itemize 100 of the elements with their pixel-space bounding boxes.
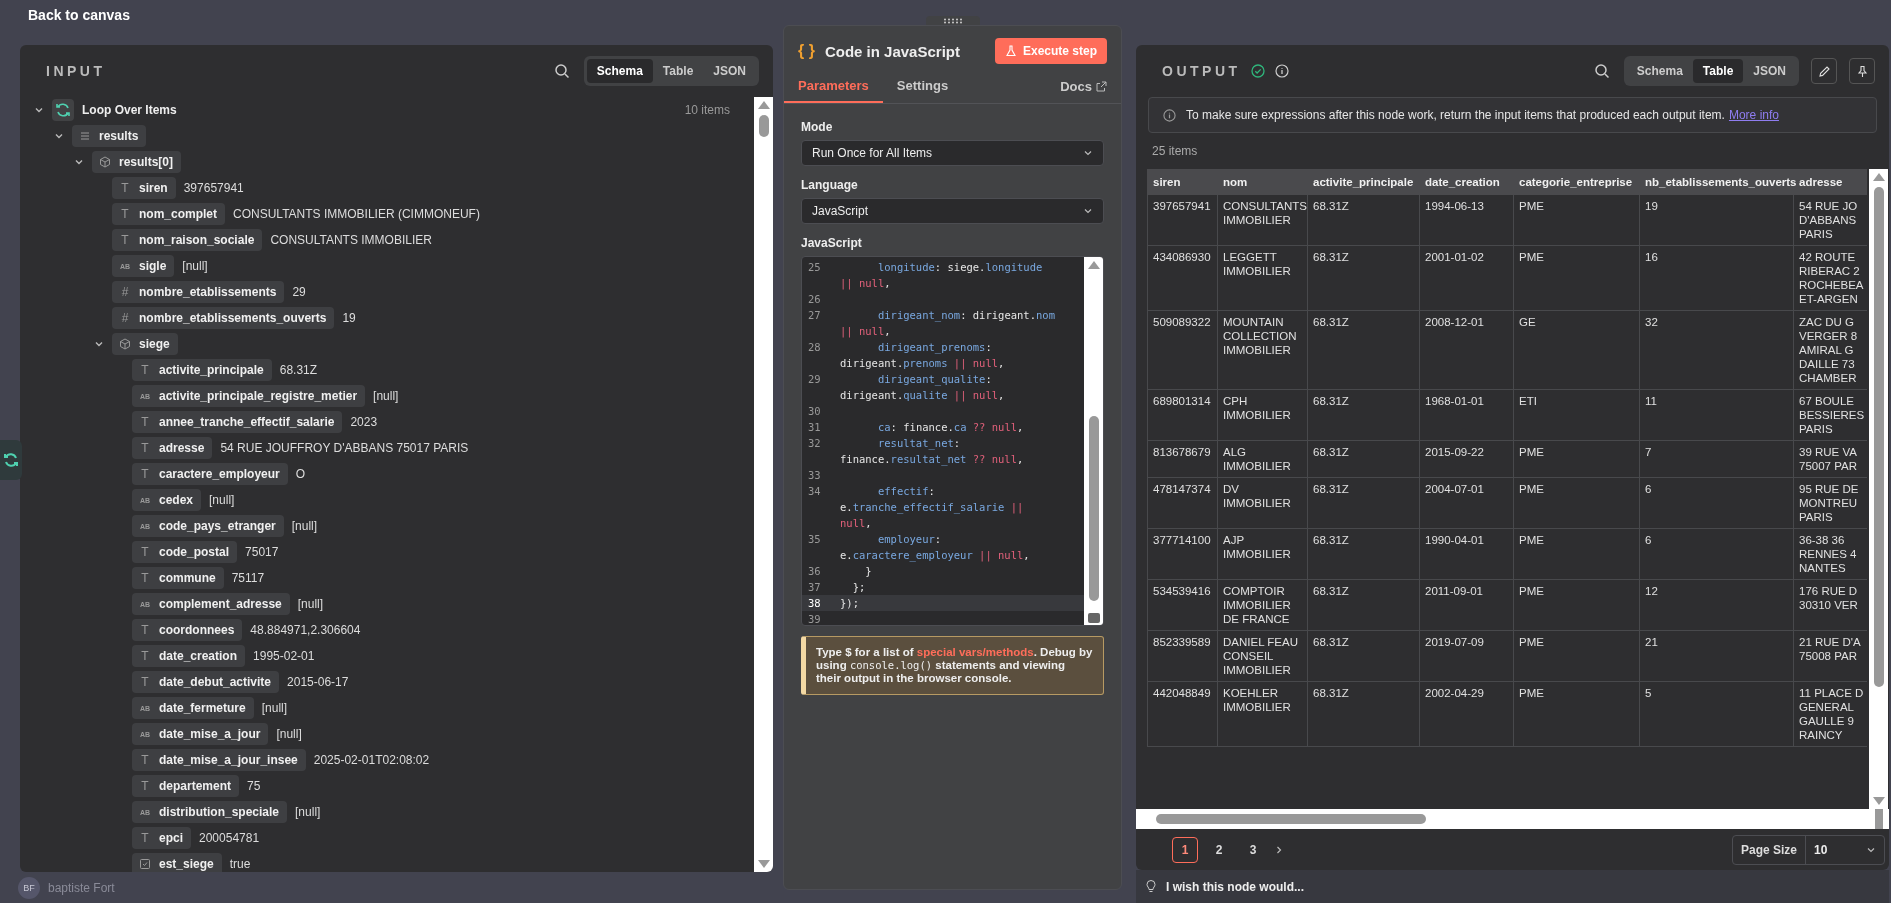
search-icon[interactable] [553, 63, 570, 79]
code-line: } [864, 564, 873, 579]
panel-tab[interactable]: Parameters [784, 70, 883, 103]
table-cell: 1990-04-01 [1419, 528, 1514, 580]
type-icon: T [139, 467, 151, 481]
table-cell: 68.31Z [1307, 477, 1420, 529]
view-tab[interactable]: Schema [586, 59, 653, 83]
field-key[interactable]: T caractere_employeur [132, 463, 288, 485]
code-editor[interactable] [801, 256, 1104, 626]
table-cell: 11 [1639, 389, 1794, 441]
page-button[interactable]: 2 [1206, 836, 1232, 863]
field-key[interactable]: siege [112, 333, 178, 355]
dropdown[interactable]: JavaScript [801, 198, 1104, 224]
chevron-icon[interactable] [94, 339, 104, 349]
column-header[interactable]: categorie_entreprise [1513, 169, 1640, 195]
table-cell: 32 [1639, 310, 1794, 390]
view-tab[interactable]: JSON [1743, 59, 1796, 83]
table-cell: 2019-07-09 [1419, 630, 1514, 682]
field-value: 2015-06-17 [287, 675, 349, 689]
field-key[interactable]: T coordonnees [132, 619, 243, 641]
type-icon: # [119, 285, 131, 299]
field-key[interactable]: results [72, 125, 147, 147]
table-cell: PME [1513, 194, 1640, 246]
scrollbar[interactable] [1084, 257, 1103, 625]
column-header[interactable]: siren [1147, 169, 1218, 195]
dropdown[interactable]: Run Once for All Items [801, 140, 1104, 166]
table-cell: COMPTOIR IMMOBILIER DE FRANCE [1217, 579, 1308, 631]
field-value: 29 [292, 285, 306, 299]
field-value: true [229, 857, 251, 871]
field-key[interactable]: T commune [132, 567, 224, 589]
feedback-link[interactable]: I wish this node would... [1166, 879, 1304, 894]
scrollbar[interactable] [754, 97, 773, 872]
table-cell: AJP IMMOBILIER [1217, 528, 1308, 580]
field-key[interactable]: T nom_raison_sociale [112, 229, 263, 251]
chevron-icon[interactable] [34, 105, 44, 115]
drag-handle[interactable] [925, 16, 980, 25]
column-header[interactable]: nb_etablissements_ouverts [1639, 169, 1794, 195]
side-tab[interactable] [0, 440, 22, 480]
type-icon: # [119, 311, 131, 325]
field-key[interactable]: # nombre_etablissements [112, 281, 285, 303]
table-cell: PME [1513, 528, 1640, 580]
table-cell: DV IMMOBILIER [1217, 477, 1308, 529]
chevron-icon[interactable] [54, 131, 64, 141]
field-key[interactable]: T date_creation [132, 645, 246, 667]
table-cell: 2015-09-22 [1419, 440, 1514, 478]
line-number: 31 [807, 420, 822, 435]
line-number: 25 [807, 260, 822, 275]
pin-button[interactable] [1849, 58, 1875, 84]
field-key[interactable]: T nom_complet [112, 203, 225, 225]
table-cell: 442048849 [1147, 681, 1218, 747]
column-header[interactable]: date_creation [1419, 169, 1514, 195]
node-name: Loop Over Items [82, 103, 177, 117]
panel-title: INPUT [46, 63, 106, 79]
table-cell: PME [1513, 245, 1640, 311]
search-icon[interactable] [1593, 63, 1610, 79]
panel-tab[interactable]: Settings [882, 70, 963, 103]
field-label: Language [801, 178, 859, 192]
info-icon[interactable] [1274, 64, 1289, 78]
table-cell: 509089322 [1147, 310, 1218, 390]
type-icon: T [139, 649, 151, 663]
field-key[interactable]: T date_debut_activite [132, 671, 280, 693]
scrollbar[interactable] [1869, 169, 1888, 809]
type-icon: T [119, 233, 131, 247]
view-tab[interactable]: Table [652, 59, 704, 83]
chevron-icon[interactable] [74, 157, 84, 167]
next-page-icon[interactable] [1274, 844, 1284, 855]
back-to-canvas-link[interactable]: Back to canvas [28, 7, 130, 23]
horizontal-scrollbar[interactable] [1136, 809, 1889, 829]
page-button[interactable]: 3 [1240, 836, 1266, 863]
table-cell: 19 [1639, 194, 1794, 246]
field-key[interactable]: T code_postal [132, 541, 238, 563]
page-button[interactable]: 1 [1172, 836, 1198, 863]
line-number: 33 [807, 468, 822, 483]
user-avatar[interactable]: BF [18, 877, 40, 899]
field-key[interactable]: T epci [132, 827, 191, 849]
table-cell: 689801314 [1147, 389, 1218, 441]
field-key[interactable]: T departement [132, 775, 240, 797]
column-header[interactable]: nom [1217, 169, 1308, 195]
field-key[interactable]: est_siege [132, 853, 222, 872]
more-info-link[interactable]: More info [1728, 108, 1779, 122]
field-key[interactable]: T activite_principale [132, 359, 272, 381]
table-cell: 2002-04-29 [1419, 681, 1514, 747]
docs-link[interactable]: Docs [1060, 70, 1107, 103]
field-key[interactable]: # nombre_etablissements_ouverts [112, 307, 335, 329]
field-value: 19 [342, 311, 356, 325]
page-size-select[interactable]: 10 [1806, 842, 1884, 857]
view-tab[interactable]: Schema [1626, 59, 1693, 83]
view-tab[interactable]: JSON [703, 59, 756, 83]
field-key[interactable]: T siren [112, 177, 176, 199]
code-line: employeur: e.caractere_employeur || null, [840, 532, 1031, 563]
view-tab[interactable]: Table [1692, 59, 1744, 83]
column-header[interactable]: activite_principale [1307, 169, 1420, 195]
table-cell: 2001-01-02 [1419, 245, 1514, 311]
field-key[interactable]: T adresse [132, 437, 213, 459]
edit-button[interactable] [1811, 58, 1837, 84]
table-cell: PME [1513, 579, 1640, 631]
field-key[interactable]: results[0] [92, 151, 182, 173]
field-key[interactable]: T annee_tranche_effectif_salarie [132, 411, 343, 433]
field-key[interactable]: T date_mise_a_jour_insee [132, 749, 306, 771]
code-line: dirigeant_prenoms: dirigeant.prenoms || null, [840, 340, 1006, 371]
